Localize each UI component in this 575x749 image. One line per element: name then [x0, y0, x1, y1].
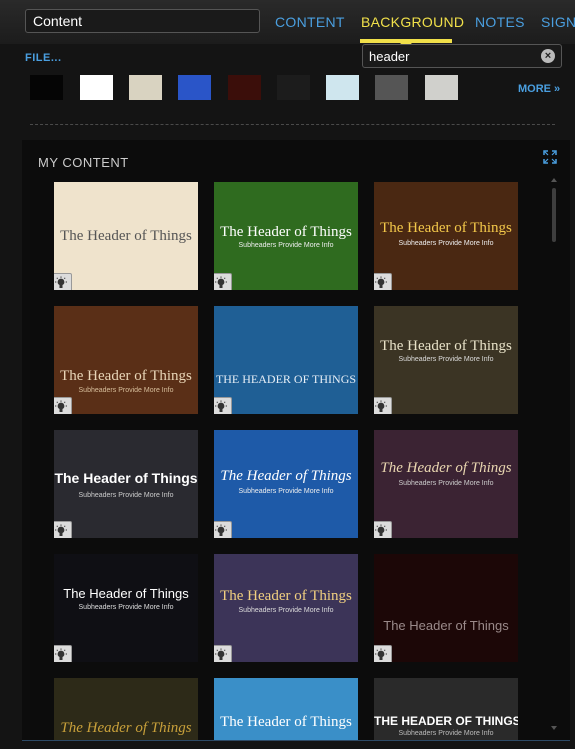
thumbnail-subtitle: Subheaders Provide More Info [238, 242, 334, 249]
search-input[interactable] [363, 45, 533, 67]
lightbulb-icon[interactable] [54, 397, 72, 414]
thumbnail[interactable]: THE HEADER OF THINGS Subheaders Provide … [374, 678, 518, 740]
thumbnail-title: The Header of Things [380, 460, 512, 476]
expand-icon[interactable] [543, 150, 557, 164]
thumbnail-title: The Header of Things [380, 338, 512, 354]
lightbulb-icon[interactable] [374, 397, 392, 414]
thumbnail[interactable]: The Header of Things Subheaders Provide … [374, 306, 518, 414]
lightbulb-icon[interactable] [54, 645, 72, 662]
swatch-ice[interactable] [326, 75, 359, 100]
thumbnail[interactable]: The Header of Things [214, 678, 358, 740]
thumbnail-title: The Header of Things [220, 714, 352, 730]
thumbnail-title: The Header of Things [220, 224, 352, 240]
thumbnail[interactable]: The Header of Things Subheaders Provide … [374, 182, 518, 290]
swatch-gray[interactable] [375, 75, 408, 100]
thumbnail-subtitle: Subheaders Provide More Info [78, 492, 174, 499]
top-bar: Content CONTENT BACKGROUND NOTES SIGNA [0, 0, 575, 48]
swatch-dark-texture[interactable] [277, 75, 310, 100]
active-tab-indicator [360, 39, 452, 48]
thumbnail[interactable]: The Header of Things Subheaders Provide … [54, 306, 198, 414]
lightbulb-icon[interactable] [54, 521, 72, 538]
panel-bottom-border [22, 740, 570, 741]
thumbnail[interactable]: The Header of Things Subheaders Provide … [214, 554, 358, 662]
thumbnail[interactable]: THE HEADER OF THINGS [214, 306, 358, 414]
swatch-light-gray[interactable] [425, 75, 458, 100]
thumbnail-title: The Header of Things [63, 586, 189, 601]
thumbnail-subtitle: Subheaders Provide More Info [78, 387, 174, 394]
content-title-field[interactable]: Content [25, 9, 260, 33]
scroll-up-arrow[interactable] [551, 178, 557, 182]
thumbnail-grid: The Header of Things The Header of Thing… [54, 182, 524, 740]
lightbulb-icon[interactable] [374, 521, 392, 538]
search-field[interactable]: × [362, 44, 562, 68]
lightbulb-icon[interactable] [374, 645, 392, 662]
lightbulb-icon[interactable] [214, 273, 232, 290]
lightbulb-icon[interactable] [374, 273, 392, 290]
scroll-down-arrow[interactable] [551, 726, 557, 730]
thumbnail[interactable]: The Header of Things [374, 554, 518, 662]
file-link[interactable]: FILE... [25, 52, 62, 64]
swatch-parchment[interactable] [129, 75, 162, 100]
close-circle-icon[interactable]: × [541, 49, 555, 63]
thumbnail-subtitle: Subheaders Provide More Info [78, 604, 174, 611]
swatch-blue[interactable] [178, 75, 211, 100]
more-link[interactable]: MORE » [518, 83, 560, 95]
thumbnail-subtitle: Subheaders Provide More Info [398, 240, 494, 247]
thumbnail[interactable]: The Header of Things [54, 182, 198, 290]
thumbnail-title: The Header of Things [220, 468, 352, 484]
tab-notes[interactable]: NOTES [475, 14, 525, 30]
tab-signage[interactable]: SIGNA [541, 14, 575, 30]
swatch-black[interactable] [30, 75, 63, 100]
thumbnail[interactable]: The Header of Things Subheaders Provide … [54, 430, 198, 538]
lightbulb-icon[interactable] [214, 521, 232, 538]
thumbnail-subtitle: Subheaders Provide More Info [238, 488, 334, 495]
lightbulb-icon[interactable] [214, 645, 232, 662]
thumbnail-subtitle: Subheaders Provide More Info [398, 356, 494, 363]
thumbnail-title: The Header of Things [54, 470, 198, 486]
divider [30, 124, 555, 125]
thumbnail-subtitle: Subheaders Provide More Info [238, 607, 334, 614]
thumbnail[interactable]: The Header of Things Subheaders Provide … [54, 554, 198, 662]
thumbnail-title: THE HEADER OF THINGS [215, 372, 357, 386]
thumbnail-title: The Header of Things [60, 720, 192, 736]
scrollbar-thumb[interactable] [552, 188, 556, 242]
thumbnail-title: The Header of Things [220, 588, 352, 604]
thumbnail[interactable]: The Header of Things Subheaders Provide … [214, 182, 358, 290]
lightbulb-icon[interactable] [214, 397, 232, 414]
thumbnail[interactable]: The Header of Things Subheaders Provide … [214, 430, 358, 538]
thumbnail-title: THE HEADER OF THINGS [374, 714, 518, 728]
tab-background[interactable]: BACKGROUND [361, 14, 464, 30]
my-content-title: MY CONTENT [38, 155, 129, 170]
thumbnail-subtitle: Subheaders Provide More Info [398, 730, 494, 737]
thumbnail-title: The Header of Things [380, 220, 512, 236]
thumbnail-title: The Header of Things [60, 368, 192, 384]
thumbnail-title: The Header of Things [383, 618, 509, 633]
thumbnail-title: The Header of Things [60, 228, 192, 244]
swatch-white[interactable] [80, 75, 113, 100]
thumbnail[interactable]: The Header of Things Subheaders Provide … [374, 430, 518, 538]
tab-content[interactable]: CONTENT [275, 14, 345, 30]
thumbnail-subtitle: Subheaders Provide More Info [398, 480, 494, 487]
thumbnail[interactable]: The Header of Things [54, 678, 198, 740]
swatch-red-texture[interactable] [228, 75, 261, 100]
lightbulb-icon[interactable] [54, 273, 72, 290]
